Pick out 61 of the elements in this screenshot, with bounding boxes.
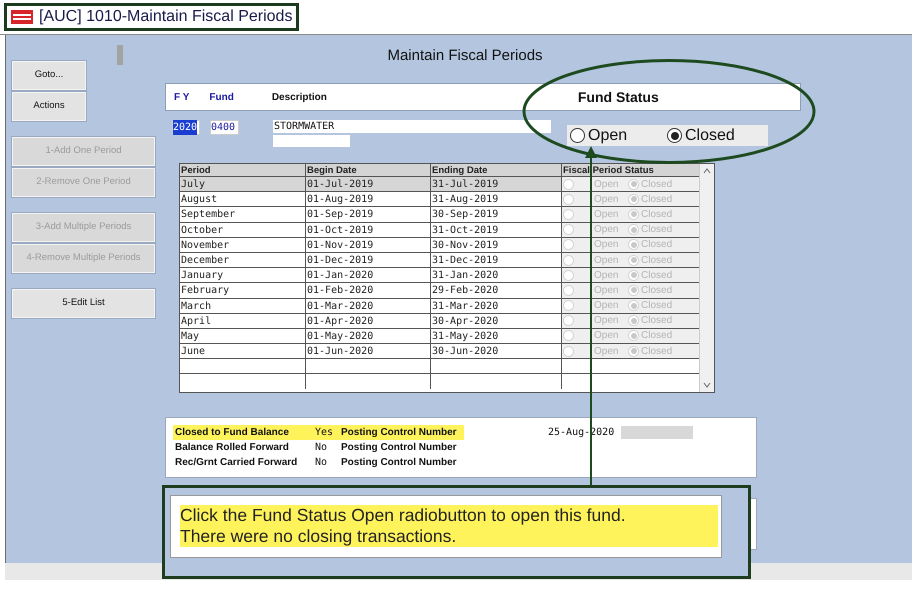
table-cell: November <box>180 238 306 252</box>
side-button[interactable]: Actions <box>12 92 86 121</box>
column-header[interactable]: Fiscal Period Status <box>562 164 699 176</box>
table-cell: September <box>180 207 306 222</box>
app-logo-icon <box>11 10 33 24</box>
table-cell: 01-Oct-2019 <box>306 222 431 237</box>
radio-button[interactable] <box>570 128 585 143</box>
table-cell: August <box>180 192 306 206</box>
table-cell: December <box>180 252 306 268</box>
callout-text: Click the Fund Status Open radiobutton to open this fund. <box>180 505 718 526</box>
info-label: Rec/Grnt Carried Forward <box>175 456 298 470</box>
info-value: Yes <box>315 426 334 440</box>
info-label: Posting Control Number <box>341 426 457 440</box>
callout-text: There were no closing transactions. <box>180 526 718 547</box>
column-header[interactable]: Period <box>180 164 306 176</box>
table-cell: October <box>180 222 306 237</box>
column-label: Description <box>272 90 327 104</box>
radio-button[interactable] <box>667 128 682 143</box>
table-cell: 01-Mar-2020 <box>306 298 431 313</box>
page-title: Maintain Fiscal Periods <box>387 47 543 64</box>
table-cell: February <box>180 283 306 298</box>
fund-field[interactable]: 0400 <box>210 120 239 135</box>
table-cell: 01-Aug-2019 <box>306 192 431 206</box>
table-cell: 01-Nov-2019 <box>306 238 431 252</box>
scroll-up-icon[interactable] <box>703 167 711 175</box>
column-label: Fund <box>209 90 234 104</box>
info-label: Posting Control Number <box>341 441 457 455</box>
info-label: Closed to Fund Balance <box>175 426 290 440</box>
table-cell: 01-Jan-2020 <box>306 268 431 282</box>
section-title: Fund Status <box>578 88 659 106</box>
table-cell: 01-Dec-2019 <box>306 252 431 268</box>
info-value: No <box>315 441 328 455</box>
radio-option[interactable]: Closed <box>667 124 735 148</box>
table-cell: April <box>180 314 306 328</box>
table-cell: June <box>180 344 306 358</box>
info-value: No <box>315 456 328 470</box>
side-button[interactable]: Goto... <box>12 61 86 90</box>
table-cell: March <box>180 298 306 313</box>
column-header[interactable]: Begin Date <box>306 164 431 176</box>
input-field[interactable] <box>273 135 350 147</box>
table-cell: May <box>180 328 306 344</box>
table-cell: 01-Feb-2020 <box>306 283 431 298</box>
info-label: Posting Control Number <box>341 456 457 470</box>
table-cell: January <box>180 268 306 282</box>
window-title: [AUC] 1010-Maintain Fiscal Periods <box>39 7 292 27</box>
column-label: F Y <box>174 90 190 104</box>
table-cell: July <box>180 177 306 192</box>
fiscal-year-field[interactable]: 2020 <box>172 120 200 135</box>
splitter-handle[interactable] <box>117 45 123 65</box>
table-cell: 01-Apr-2020 <box>306 314 431 328</box>
table-cell: 01-Sep-2019 <box>306 207 431 222</box>
info-label: Balance Rolled Forward <box>175 441 290 455</box>
scroll-down-icon[interactable] <box>703 381 711 389</box>
table-cell: 01-May-2020 <box>306 328 431 344</box>
table-cell: 01-Jul-2019 <box>306 177 431 192</box>
table-cell: 01-Jun-2020 <box>306 344 431 358</box>
column-header[interactable]: Ending Date <box>431 164 562 176</box>
description-field[interactable]: STORMWATER <box>273 120 551 133</box>
radio-option[interactable]: Open <box>570 124 667 148</box>
scrollbar[interactable] <box>699 164 714 392</box>
side-button[interactable]: 5-Edit List <box>12 289 155 318</box>
